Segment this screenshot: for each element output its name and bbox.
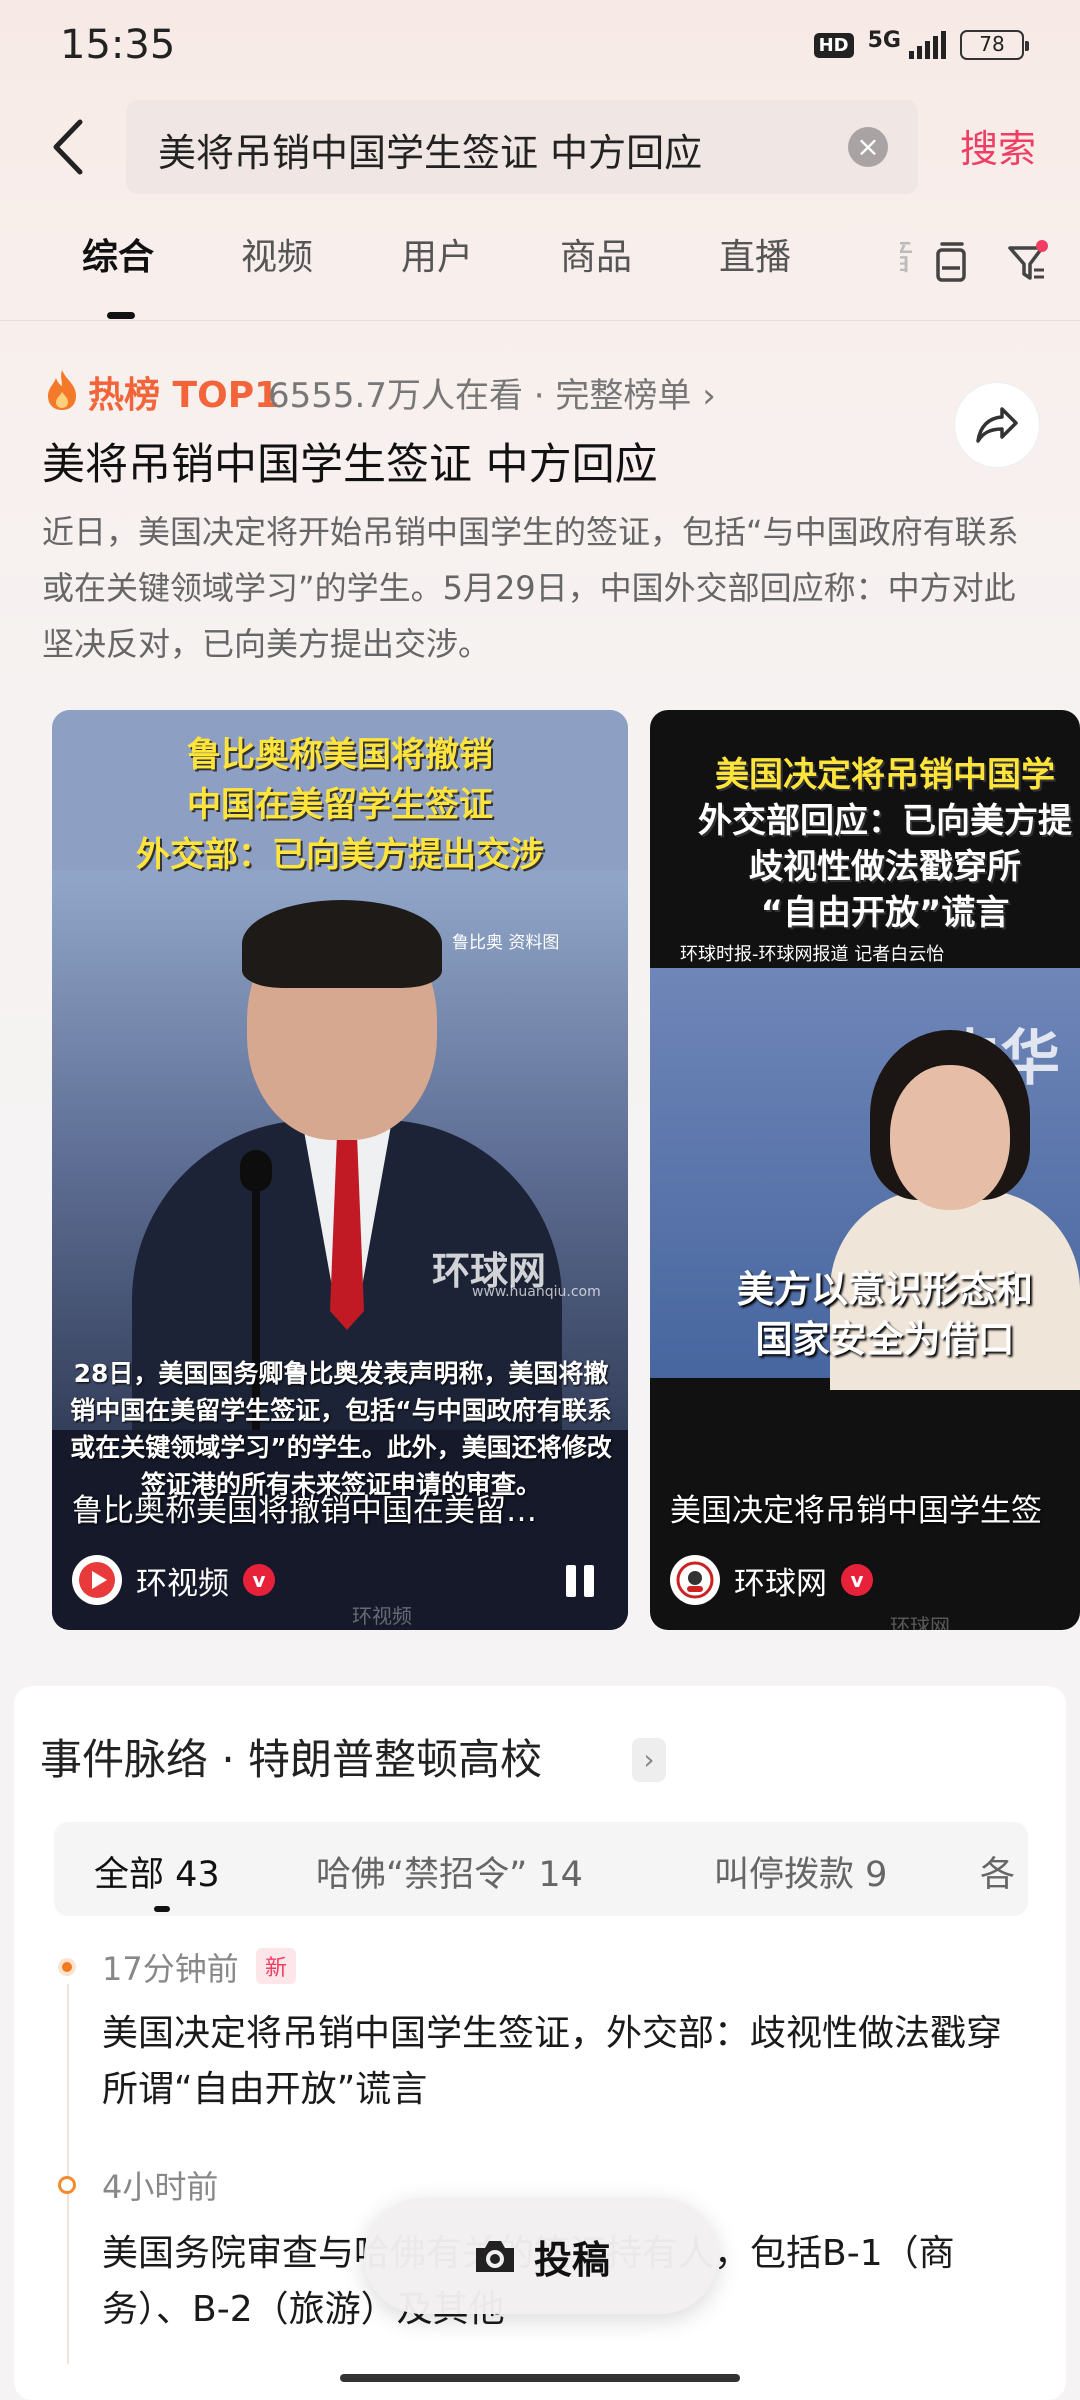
copy-icon[interactable] [932, 240, 972, 286]
filter-icon[interactable] [1006, 240, 1050, 286]
video-card[interactable]: 鲁比奥称美国将撤销 中国在美留学生签证 外交部：已向美方提出交涉 鲁比奥 资料图… [52, 710, 628, 1630]
subtitle-line: 美方以意识形态和 [737, 1268, 1033, 1311]
video-title: 鲁比奥称美国将撤销中国在美留… [72, 1493, 537, 1529]
headline-line: 外交部：已向美方提出交涉 [136, 835, 544, 875]
tab-fade [820, 220, 900, 290]
event-time: 4小时前 [102, 2168, 219, 2206]
tab-users[interactable]: 用户 [401, 228, 473, 280]
signal-icon [909, 31, 946, 59]
network-type: 5G [867, 27, 901, 53]
hot-title[interactable]: 美将吊销中国学生签证 中方回应 [42, 430, 658, 492]
new-badge: 新 [256, 1948, 297, 1984]
video-subtitle: 美方以意识形态和 国家安全为借口 [650, 1265, 1080, 1365]
search-input[interactable]: 美将吊销中国学生签证 中方回应 × [126, 100, 918, 194]
battery-icon: 78 [960, 30, 1029, 60]
event-text[interactable]: 美国决定将吊销中国学生签证，外交部：歧视性做法戳穿所谓“自由开放”谎言 [102, 2006, 1022, 2118]
headline-line: 外交部回应：已向美方提 [698, 801, 1072, 841]
back-arrow-icon [53, 119, 83, 175]
author-name: 环视频 [136, 1565, 229, 1602]
spokesperson-face [890, 1065, 1010, 1210]
timeline-dot [58, 2176, 76, 2194]
divider [0, 320, 1080, 321]
pause-icon[interactable] [566, 1565, 596, 1597]
camera-icon [475, 2241, 514, 2272]
tab-live[interactable]: 直播 [719, 228, 791, 280]
tab-products[interactable]: 商品 [560, 228, 632, 280]
verified-icon: v [841, 1564, 873, 1596]
timeline-tab-more[interactable]: 各 [980, 1846, 1015, 1897]
flame-icon [44, 368, 80, 412]
category-tabs: 综合 视频 用户 商品 直播 音 [0, 228, 1080, 318]
hot-viewers-link[interactable]: 6555.7万人在看 · 完整榜单 › [268, 368, 716, 417]
timeline-title[interactable]: 事件脉络 · 特朗普整顿高校 [40, 1726, 542, 1787]
microphone-head [240, 1150, 272, 1192]
headline-line: 中国在美留学生签证 [187, 785, 493, 825]
video-title: 美国决定将吊销中国学生签 [670, 1493, 1042, 1529]
hot-rank-label: 热榜 TOP1 [88, 375, 280, 416]
headline-line: 鲁比奥称美国将撤销 [187, 735, 493, 775]
event-time: 17分钟前 [102, 1950, 239, 1988]
video-author[interactable]: 环视频 v [72, 1555, 275, 1605]
headline-line: 美国决定将吊销中国学 [715, 755, 1055, 795]
submit-label: 投稿 [533, 2237, 610, 2282]
share-button[interactable] [954, 382, 1040, 468]
video-headline: 鲁比奥称美国将撤销 中国在美留学生签证 外交部：已向美方提出交涉 [52, 730, 628, 880]
watermark-url: www.huanqiu.com [472, 1284, 601, 1300]
hot-description: 近日，美国决定将开始吊销中国学生的签证，包括“与中国政府有联系或在关键领域学习”… [42, 513, 1019, 663]
timeline-tab-harvard[interactable]: 哈佛“禁招令” 14 [316, 1846, 583, 1897]
search-button[interactable]: 搜索 [960, 118, 1036, 173]
bottom-watermark: 环球网 [890, 1614, 950, 1630]
tab-comprehensive[interactable]: 综合 [82, 228, 154, 280]
submit-button[interactable]: 投稿 [364, 2198, 718, 2314]
timeline-line [67, 1984, 69, 2364]
video-subtitle: 28日，美国国务卿鲁比奥发表声明称，美国将撤销中国在美留学生签证，包括“与中国政… [70, 1359, 612, 1499]
home-indicator[interactable] [340, 2374, 740, 2382]
share-icon [976, 407, 1018, 443]
timeline-tab-all[interactable]: 全部 43 [94, 1846, 220, 1897]
headline-line: “自由开放”谎言 [760, 893, 1010, 933]
bottom-watermark: 环视频 [352, 1604, 412, 1628]
author-avatar [72, 1555, 122, 1605]
timeline-tabs: 全部 43 哈佛“禁招令” 14 叫停拨款 9 各 [54, 1822, 1028, 1916]
search-query: 美将吊销中国学生签证 中方回应 [158, 131, 703, 175]
tab-video[interactable]: 视频 [241, 228, 313, 280]
timeline-tab-indicator [154, 1906, 170, 1912]
video-author[interactable]: 环球网 v [670, 1555, 873, 1605]
author-avatar [670, 1555, 720, 1605]
verified-icon: v [243, 1564, 275, 1596]
video-headline: 美国决定将吊销中国学 外交部回应：已向美方提 歧视性做法戳穿所 “自由开放”谎言 [650, 752, 1080, 936]
status-time: 15:35 [60, 22, 176, 68]
status-icons: HD 5G 78 [813, 27, 1029, 60]
back-button[interactable] [48, 112, 92, 182]
reporter-credit: 环球时报-环球网报道 记者白云怡 [680, 944, 945, 965]
active-tab-indicator [107, 312, 135, 319]
photo-credit: 鲁比奥 资料图 [452, 933, 560, 953]
clear-icon[interactable]: × [848, 127, 888, 167]
hd-icon: HD [813, 32, 854, 58]
subtitle-line: 国家安全为借口 [755, 1318, 1015, 1361]
author-name: 环球网 [734, 1565, 827, 1602]
video-card[interactable]: 美国决定将吊销中国学 外交部回应：已向美方提 歧视性做法戳穿所 “自由开放”谎言… [650, 710, 1080, 1630]
timeline-dot [58, 1958, 76, 1976]
timeline-tab-funding[interactable]: 叫停拨款 9 [714, 1846, 887, 1897]
chevron-right-icon[interactable]: › [632, 1738, 666, 1782]
speaker-hair [242, 900, 442, 988]
headline-line: 歧视性做法戳穿所 [749, 847, 1021, 887]
